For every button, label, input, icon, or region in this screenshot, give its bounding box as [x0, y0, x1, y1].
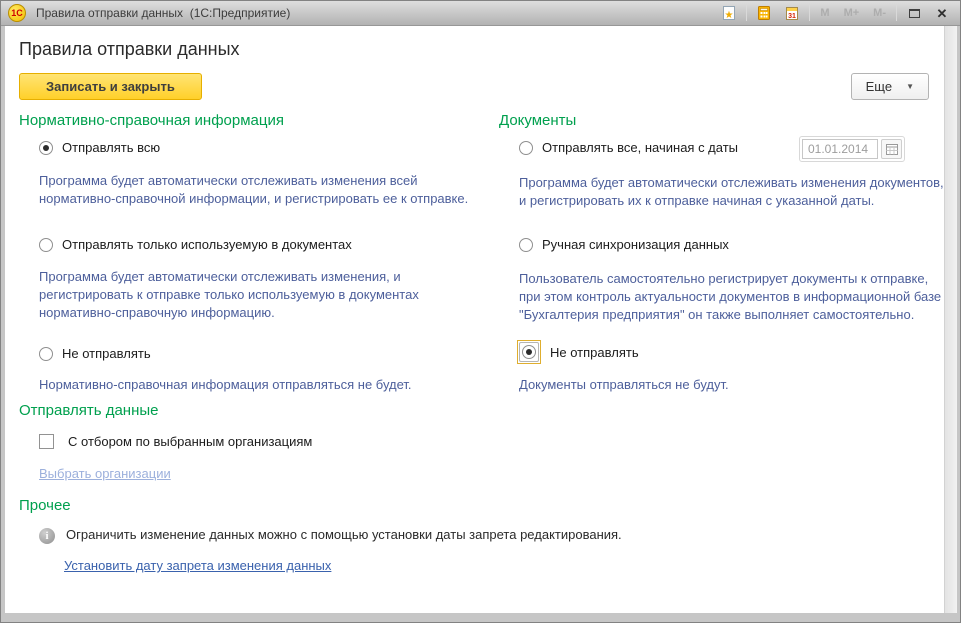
radio-label: Отправлять всю — [62, 140, 160, 155]
radio-icon[interactable] — [519, 238, 533, 252]
radio-icon[interactable] — [39, 238, 53, 252]
radio-label: Отправлять только используемую в докумен… — [62, 237, 352, 252]
checkbox-label: С отбором по выбранным организациям — [68, 434, 312, 449]
close-button[interactable]: ✕ — [931, 3, 953, 23]
1c-logo-icon: 1С — [8, 4, 26, 22]
maximize-button[interactable] — [903, 3, 925, 23]
start-date-input[interactable] — [802, 139, 878, 159]
radio-icon[interactable] — [522, 345, 536, 359]
calculator-button[interactable] — [753, 3, 775, 23]
date-picker-button[interactable] — [881, 139, 902, 159]
app-window: 1С Правила отправки данных (1С:Предприят… — [0, 0, 961, 623]
save-and-close-button[interactable]: Записать и закрыть — [19, 73, 202, 100]
page-title: Правила отправки данных — [19, 39, 957, 60]
set-restriction-date-link[interactable]: Установить дату запрета изменения данных — [64, 558, 331, 573]
more-button[interactable]: Еще ▼ — [851, 73, 929, 100]
section-title-send-data: Отправлять данные — [19, 402, 158, 419]
radio-nsi-send-all[interactable]: Отправлять всю — [39, 140, 160, 155]
command-bar: Записать и закрыть Еще ▼ — [19, 73, 929, 100]
radio-label: Ручная синхронизация данных — [542, 237, 729, 252]
radio-label: Не отправлять — [62, 346, 151, 361]
close-icon: ✕ — [937, 7, 948, 20]
description-docs-all-from-date: Программа будет автоматически отслеживат… — [519, 174, 951, 210]
star-document-icon: ★ — [721, 5, 737, 21]
radio-label: Отправлять все, начиная с даты — [542, 140, 738, 155]
calendar-button[interactable]: 31 — [781, 3, 803, 23]
calendar-icon: 31 — [784, 5, 800, 21]
titlebar-separator — [896, 5, 897, 21]
radio-docs-all-from-date[interactable]: Отправлять все, начиная с даты — [519, 140, 951, 155]
checkbox-icon[interactable] — [39, 434, 54, 449]
svg-text:★: ★ — [725, 10, 734, 21]
section-title-documents: Документы — [499, 112, 576, 129]
more-button-label: Еще — [866, 79, 892, 94]
radio-docs-manual-sync[interactable]: Ручная синхронизация данных — [519, 237, 729, 252]
titlebar-separator — [809, 5, 810, 21]
org-filter-checkbox-row[interactable]: С отбором по выбранным организациям — [39, 434, 312, 449]
memory-m-button[interactable]: M — [816, 7, 833, 19]
info-icon: i — [39, 528, 55, 544]
radio-icon[interactable] — [39, 141, 53, 155]
svg-text:31: 31 — [789, 13, 797, 20]
restriction-info-row: i Ограничить изменение данных можно с по… — [39, 527, 939, 544]
form-body: Нормативно-справочная информация Отправл… — [19, 100, 957, 605]
calculator-icon — [756, 5, 772, 21]
description-nsi-none: Нормативно-справочная информация отправл… — [39, 376, 487, 394]
section-title-nsi: Нормативно-справочная информация — [19, 112, 284, 129]
description-docs-none: Документы отправляться не будут. — [519, 376, 951, 394]
radio-icon[interactable] — [519, 141, 533, 155]
radio-docs-none[interactable]: Не отправлять — [517, 340, 639, 364]
description-docs-manual-sync: Пользователь самостоятельно регистрирует… — [519, 270, 951, 324]
description-nsi-send-all: Программа будет автоматически отслеживат… — [39, 172, 487, 208]
favorites-button[interactable]: ★ — [718, 3, 740, 23]
description-nsi-used-only: Программа будет автоматически отслеживат… — [39, 268, 487, 322]
titlebar-separator — [746, 5, 747, 21]
radio-nsi-none[interactable]: Не отправлять — [39, 346, 151, 361]
start-date-field-group — [799, 136, 905, 162]
titlebar: 1С Правила отправки данных (1С:Предприят… — [1, 1, 960, 26]
window-title: Правила отправки данных (1С:Предприятие) — [36, 6, 290, 20]
restriction-info-text: Ограничить изменение данных можно с помо… — [66, 527, 622, 542]
section-title-other: Прочее — [19, 497, 71, 514]
form-content: Правила отправки данных Записать и закры… — [5, 26, 957, 613]
maximize-icon — [909, 9, 920, 18]
radio-nsi-used-only[interactable]: Отправлять только используемую в докумен… — [39, 237, 352, 252]
focus-frame — [517, 340, 541, 364]
memory-m-plus-button[interactable]: M+ — [840, 7, 864, 19]
chevron-down-icon: ▼ — [906, 82, 914, 91]
calendar-picker-icon — [886, 144, 898, 155]
select-organizations-link[interactable]: Выбрать организации — [39, 466, 171, 481]
radio-icon[interactable] — [39, 347, 53, 361]
memory-m-minus-button[interactable]: M- — [869, 7, 890, 19]
radio-label: Не отправлять — [550, 345, 639, 360]
